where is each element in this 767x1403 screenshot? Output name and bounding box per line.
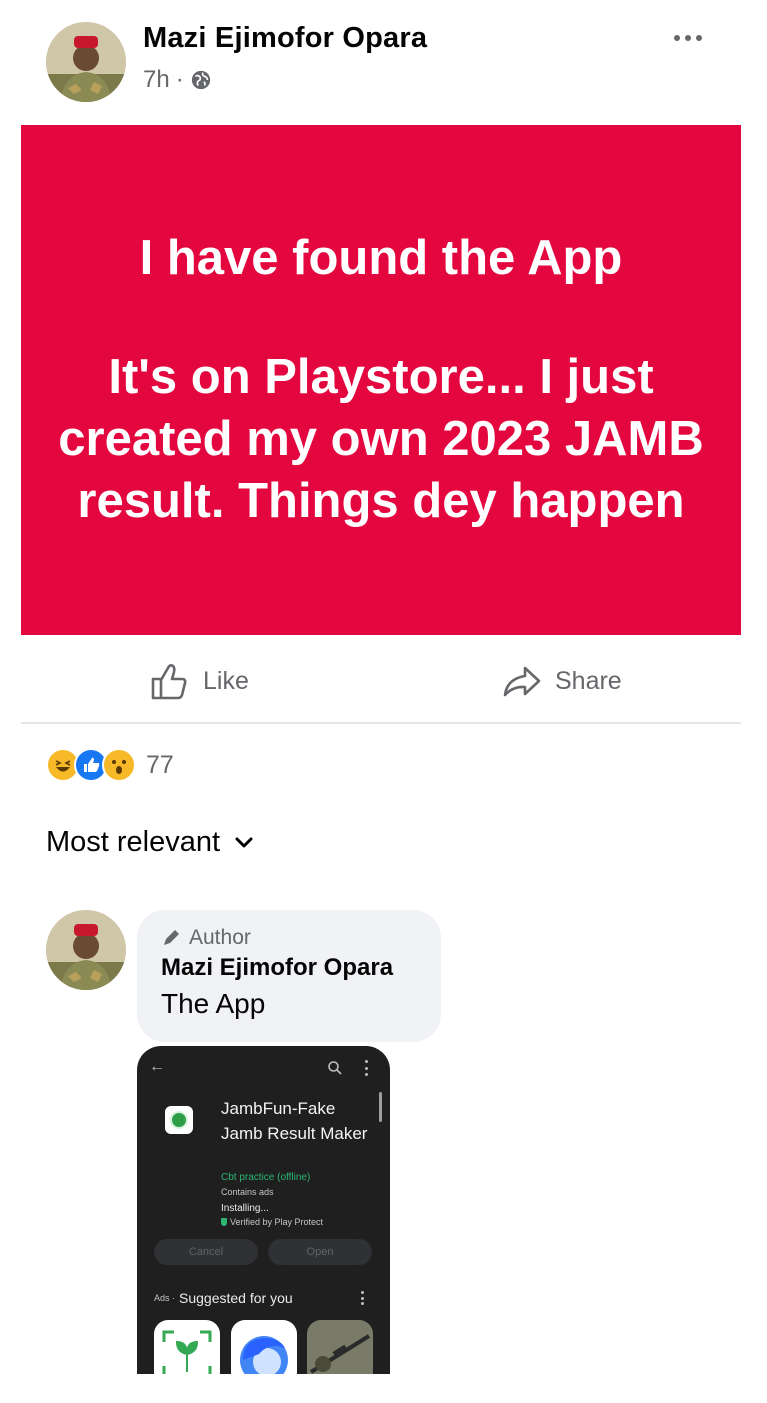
author-name[interactable]: Mazi Ejimofor Opara xyxy=(143,22,427,55)
author-badge-label: Author xyxy=(189,926,251,949)
suggested-app-sniper-icon xyxy=(307,1320,373,1374)
post-header: Mazi Ejimofor Opara 7h · xyxy=(0,0,767,120)
comment-attachment-image[interactable]: ← JambFun-Fake Jamb Result Maker Cbt pra… xyxy=(137,1046,390,1374)
kebab-menu-icon xyxy=(363,1060,369,1076)
author-avatar[interactable] xyxy=(46,22,126,102)
comment-bubble: Author Mazi Ejimofor Opara The App xyxy=(137,910,441,1042)
meta-separator: · xyxy=(175,66,184,93)
globe-icon xyxy=(191,70,210,90)
app-title: JambFun-Fake Jamb Result Maker xyxy=(221,1099,368,1143)
install-status: Installing... xyxy=(221,1203,269,1214)
comment-text: The App xyxy=(161,988,266,1019)
sort-label: Most relevant xyxy=(46,826,221,858)
open-button: Open xyxy=(268,1239,372,1265)
chevron-down-icon xyxy=(235,837,253,847)
back-arrow-icon: ← xyxy=(149,1058,165,1075)
app-developer: Cbt practice (offline) xyxy=(221,1172,311,1183)
post-meta: 7h · xyxy=(143,66,212,94)
shield-icon xyxy=(221,1218,227,1226)
suggested-header: Ads · Suggested for you xyxy=(154,1290,293,1306)
like-label: Like xyxy=(203,666,249,695)
wow-icon xyxy=(102,748,136,782)
suggested-app-avatar-icon xyxy=(231,1320,297,1374)
post-actions-bar: Like Share xyxy=(21,640,741,724)
pencil-icon xyxy=(164,930,179,945)
ads-tag: Ads · xyxy=(154,1293,176,1303)
share-arrow-icon xyxy=(503,666,541,697)
play-protect: Verified by Play Protect xyxy=(221,1217,323,1227)
suggested-app-plant-icon xyxy=(154,1320,220,1374)
playstore-topbar: ← xyxy=(137,1058,390,1080)
scrollbar xyxy=(379,1092,382,1122)
reactions-summary[interactable]: 77 xyxy=(46,748,174,782)
post-body: It's on Playstore... I just created my o… xyxy=(58,350,704,528)
post-text-card: I have found the App It's on Playstore..… xyxy=(21,125,741,635)
cancel-button: Cancel xyxy=(154,1239,258,1265)
suggested-label: Suggested for you xyxy=(179,1290,293,1306)
contains-ads: Contains ads xyxy=(221,1187,274,1197)
reaction-count: 77 xyxy=(146,750,174,779)
verified-label: Verified by Play Protect xyxy=(230,1217,324,1227)
like-button[interactable]: Like xyxy=(149,660,249,702)
comment-author[interactable]: Mazi Ejimofor Opara xyxy=(161,954,417,982)
post-time[interactable]: 7h xyxy=(143,66,170,94)
more-options-icon[interactable] xyxy=(666,26,710,50)
post-headline: I have found the App xyxy=(139,231,623,285)
search-icon xyxy=(328,1061,342,1075)
kebab-menu-icon xyxy=(361,1291,365,1305)
share-label: Share xyxy=(555,666,622,695)
commenter-avatar[interactable] xyxy=(46,910,126,990)
thumbs-up-icon xyxy=(151,664,187,700)
author-badge: Author xyxy=(161,926,417,950)
app-icon xyxy=(165,1106,193,1134)
share-button[interactable]: Share xyxy=(501,660,622,702)
comments-sort-dropdown[interactable]: Most relevant xyxy=(46,826,254,859)
